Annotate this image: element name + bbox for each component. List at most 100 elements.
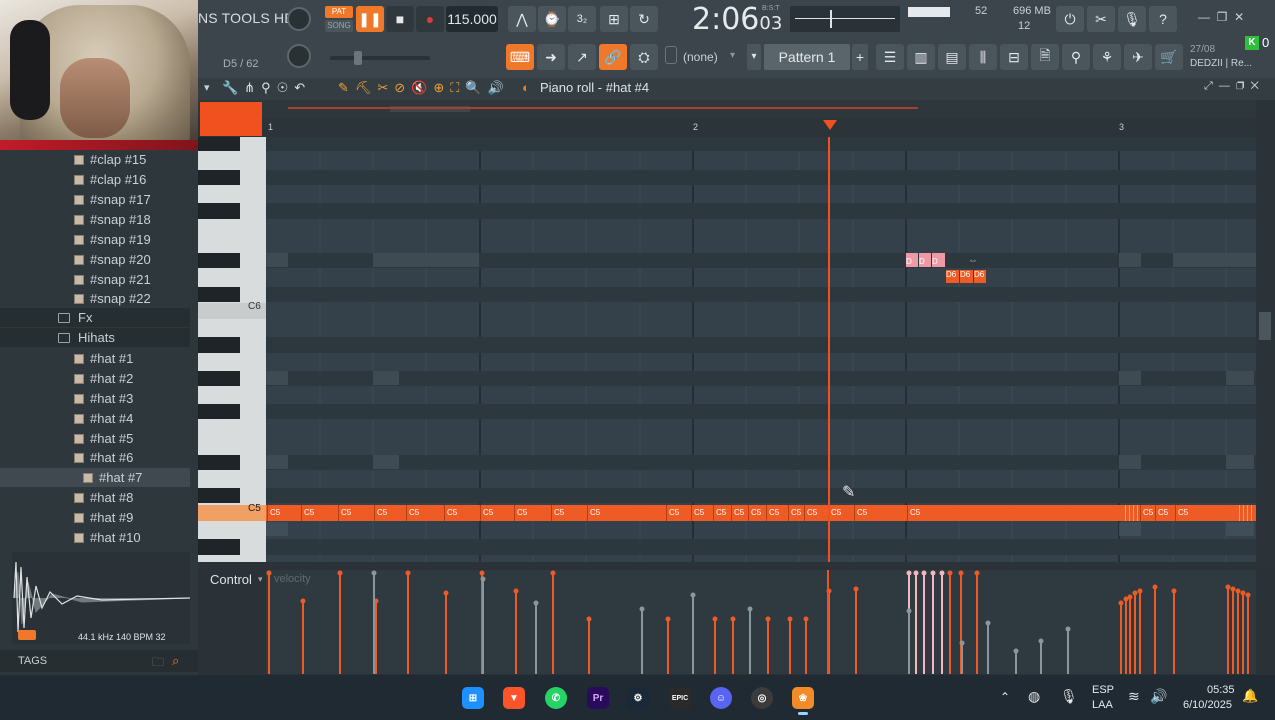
browser-file[interactable]: #snap #22 (0, 289, 190, 308)
black-key[interactable] (198, 170, 240, 185)
discord-icon[interactable]: ☺ (710, 687, 732, 709)
control-label[interactable]: Control (210, 572, 252, 587)
note-c5[interactable]: C5 (406, 505, 422, 521)
note-c5[interactable]: C5 (828, 505, 844, 521)
browser-file[interactable]: #hat #1 (0, 349, 190, 368)
velocity-handle[interactable] (765, 616, 771, 622)
timeline-ruler[interactable]: 1 2 3 (266, 118, 1256, 137)
language-bottom[interactable]: LAA (1092, 699, 1113, 711)
velocity-handle[interactable] (974, 570, 980, 576)
channel-rack-button[interactable]: ▥ (907, 44, 935, 70)
pr-window-controls[interactable]: ⤢ — ❐ ✕ (1204, 80, 1259, 93)
velocity-handle[interactable] (1127, 594, 1133, 600)
chevron-down-icon[interactable]: ▾ (730, 50, 735, 61)
wifi-icon[interactable]: ≋ (1128, 688, 1140, 705)
browser-file[interactable]: #hat #8 (0, 488, 190, 507)
note-c5[interactable]: C5 (1175, 505, 1191, 521)
speaker-icon[interactable]: 🔊 (1150, 688, 1167, 705)
velocity-handle[interactable] (747, 606, 753, 612)
note-c5[interactable]: C5 (338, 505, 354, 521)
velocity-handle[interactable] (939, 570, 945, 576)
search-icon[interactable]: ⌕ (172, 653, 179, 669)
velocity-handle[interactable] (1245, 592, 1251, 598)
velocity-handle[interactable] (930, 570, 936, 576)
sample-preview[interactable]: 44.1 kHz 140 BPM 32 (12, 552, 191, 644)
master-volume-knob[interactable] (287, 7, 311, 31)
overview-strip[interactable] (198, 100, 1275, 136)
note-grid[interactable]: D D D ⇔ D6 D6 D6 C5 C5 C5 C5 C5 C5 C5 C5 C5 C5 C5 C… (266, 137, 1256, 562)
velocity-handle[interactable] (803, 616, 809, 622)
note-c5[interactable]: C5 (480, 505, 496, 521)
piano-keyboard[interactable]: C6 C5 (198, 137, 266, 562)
velocity-handle[interactable] (405, 570, 411, 576)
undo-history-button[interactable]: ⏻ (1056, 6, 1084, 32)
velocity-handle[interactable] (690, 592, 696, 598)
black-key[interactable] (198, 137, 240, 151)
black-key[interactable] (198, 488, 240, 503)
scrollbar-thumb[interactable] (1259, 312, 1271, 340)
clock-date[interactable]: 6/10/2025 (1183, 699, 1232, 711)
velocity-handle[interactable] (921, 570, 927, 576)
velocity-handle[interactable] (1132, 590, 1138, 596)
browser-file[interactable]: #snap #20 (0, 250, 190, 269)
step-edit-button[interactable]: ⊞ (600, 6, 628, 32)
master-slider[interactable] (330, 51, 430, 65)
browser-file[interactable]: #hat #2 (0, 369, 190, 388)
countdown-button[interactable]: 3₂ (568, 6, 596, 32)
browser-file[interactable]: #clap #16 (0, 170, 190, 189)
velocity-handle[interactable] (665, 616, 671, 622)
browser-file[interactable]: #hat #7 (0, 468, 190, 487)
velocity-handle[interactable] (266, 570, 272, 576)
pr-tools[interactable]: 🔧⋔⚲☉↶ (222, 80, 311, 96)
velocity-handle[interactable] (712, 616, 718, 622)
velocity-handle[interactable] (853, 586, 859, 592)
note-c5[interactable]: C5 (1140, 505, 1156, 521)
velocity-handle[interactable] (906, 570, 912, 576)
windows-icon[interactable]: ⊞ (462, 687, 484, 709)
browser-file[interactable]: #hat #3 (0, 389, 190, 408)
note-c5[interactable]: C5 (854, 505, 870, 521)
master-slider-handle[interactable] (354, 51, 362, 65)
add-pattern-button[interactable]: + (852, 44, 868, 70)
velocity-handle[interactable] (787, 616, 793, 622)
velocity-handle[interactable] (533, 600, 539, 606)
velocity-handle[interactable] (730, 616, 736, 622)
velocity-handle[interactable] (300, 598, 306, 604)
note-c5[interactable]: C5 (804, 505, 820, 521)
song-toggle[interactable]: SONG (325, 20, 353, 32)
browser-file[interactable]: #hat #6 (0, 448, 190, 467)
channel-select[interactable]: (none) (683, 50, 718, 64)
velocity-handle[interactable] (337, 570, 343, 576)
chevron-down-icon[interactable]: ▾ (258, 574, 263, 585)
note-c5[interactable]: C5 (713, 505, 729, 521)
note-c5[interactable]: C5 (731, 505, 747, 521)
playlist-button[interactable]: ☰ (876, 44, 904, 70)
note-cluster[interactable] (1122, 505, 1138, 521)
note-c5[interactable]: C5 (301, 505, 317, 521)
velocity-handle[interactable] (586, 616, 592, 622)
note-c5[interactable]: C5 (374, 505, 390, 521)
velocity-handle[interactable] (1065, 626, 1071, 632)
note-c5[interactable]: C5 (514, 505, 530, 521)
metronome-2-button[interactable]: ⛭ (630, 44, 658, 70)
chrome-icon[interactable]: ◎ (751, 687, 773, 709)
note-d6[interactable]: D6 (960, 270, 973, 283)
clock-time[interactable]: 05:35 (1207, 684, 1235, 696)
note-d6[interactable]: D6 (946, 270, 959, 283)
ghost-note[interactable]: D (932, 253, 945, 267)
language-top[interactable]: ESP (1092, 684, 1114, 696)
note-c5[interactable]: C5 (666, 505, 682, 521)
cut-tool-button[interactable]: ✂ (1087, 6, 1115, 32)
master-pitch-knob[interactable] (287, 44, 311, 68)
tray-chevron-icon[interactable]: ⌃ (1000, 690, 1010, 704)
flstudio-icon[interactable]: ❀ (792, 687, 814, 709)
ghost-note[interactable]: D (906, 253, 918, 267)
velocity-handle[interactable] (906, 608, 912, 614)
browser-file[interactable]: #clap #15 (0, 150, 190, 169)
velocity-handle[interactable] (639, 606, 645, 612)
playhead-marker[interactable] (823, 120, 837, 130)
plugin-button[interactable]: ⚲ (1062, 44, 1090, 70)
ghost-note[interactable]: D (919, 253, 931, 267)
velocity-handle[interactable] (1225, 584, 1231, 590)
epic-icon[interactable]: EPIC (669, 687, 691, 709)
